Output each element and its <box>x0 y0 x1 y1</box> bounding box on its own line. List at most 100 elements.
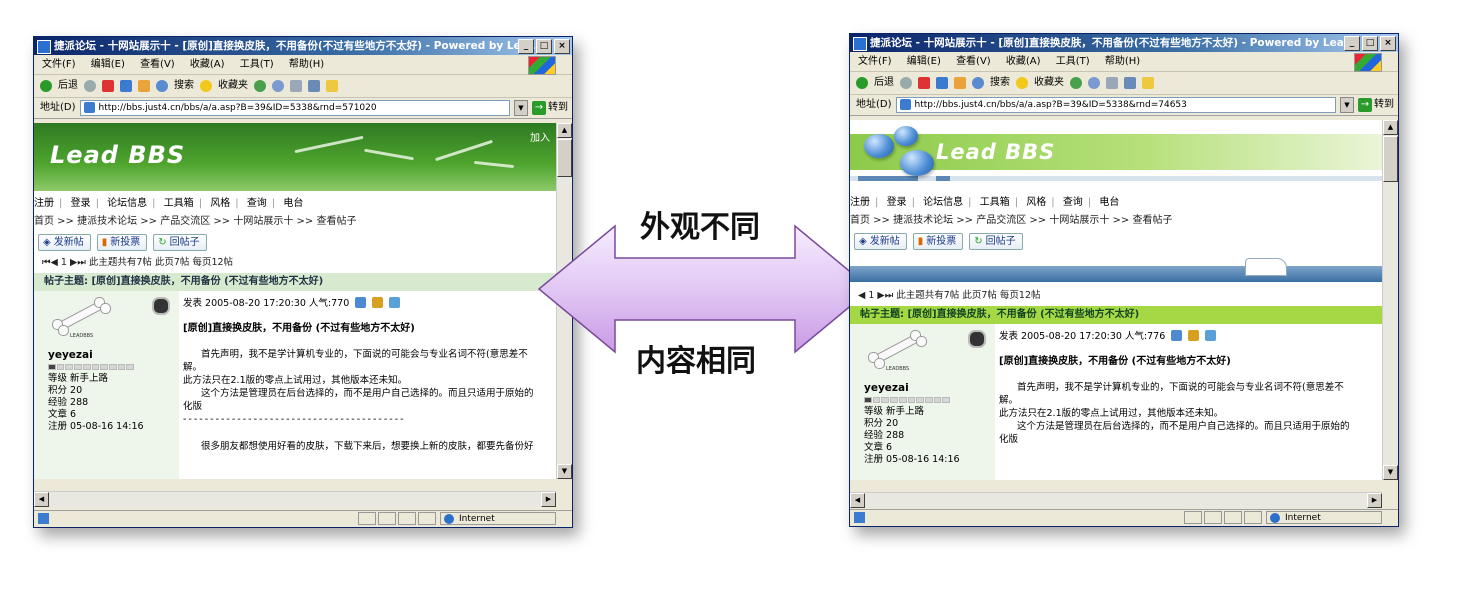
address-dropdown-icon[interactable]: ▼ <box>514 100 528 116</box>
go-button[interactable]: → 转到 <box>1358 95 1394 115</box>
scroll-down-icon[interactable]: ▼ <box>1383 465 1398 480</box>
folder-icon[interactable] <box>1142 77 1154 89</box>
favorites-star-icon[interactable] <box>200 80 212 92</box>
left-title-bar[interactable]: 捷派论坛 - 十网站展示十 - [原创]直接换皮肤，不用备份(不过有些地方不太好… <box>34 37 572 55</box>
home-link-icon[interactable] <box>389 297 401 308</box>
nav-style[interactable]: 风格 <box>1026 197 1046 208</box>
minimize-icon[interactable]: _ <box>1344 36 1360 51</box>
maximize-icon[interactable]: □ <box>536 39 552 54</box>
menu-view[interactable]: 查看(V) <box>956 56 991 67</box>
go-button[interactable]: → 转到 <box>532 98 568 118</box>
right-vertical-scrollbar[interactable]: ▲ ▼ <box>1382 120 1398 480</box>
menu-tools[interactable]: 工具(T) <box>240 59 274 70</box>
left-horizontal-scrollbar[interactable]: ◀ ▶ <box>34 491 556 507</box>
folder-icon[interactable] <box>326 80 338 92</box>
history-icon[interactable] <box>272 80 284 92</box>
maximize-icon[interactable]: □ <box>1362 36 1378 51</box>
stop-icon[interactable] <box>102 80 114 92</box>
qq-icon[interactable] <box>152 297 170 315</box>
nav-toolbox[interactable]: 工具箱 <box>164 198 194 209</box>
mail-icon[interactable] <box>1106 77 1118 89</box>
scroll-right-icon[interactable]: ▶ <box>541 492 556 507</box>
scroll-thumb[interactable] <box>557 139 572 177</box>
username[interactable]: yeyezai <box>864 382 909 394</box>
nav-register[interactable]: 注册 <box>850 197 870 208</box>
scroll-left-icon[interactable]: ◀ <box>850 493 865 508</box>
address-input[interactable]: http://bbs.just4.cn/bbs/a/a.asp?B=39&ID=… <box>895 97 1336 113</box>
nav-style[interactable]: 风格 <box>210 198 230 209</box>
edit-icon[interactable] <box>372 297 384 308</box>
minimize-icon[interactable]: _ <box>518 39 534 54</box>
breadcrumb[interactable]: 首页 >> 捷派技术论坛 >> 产品交流区 >> 十网站展示十 >> 查看帖子 <box>850 212 1382 230</box>
scroll-right-icon[interactable]: ▶ <box>1367 493 1382 508</box>
scroll-left-icon[interactable]: ◀ <box>34 492 49 507</box>
address-dropdown-icon[interactable]: ▼ <box>1340 97 1354 113</box>
stop-icon[interactable] <box>918 77 930 89</box>
search-icon[interactable] <box>972 77 984 89</box>
forward-icon[interactable] <box>900 77 912 89</box>
reply-button[interactable]: ↻ 回帖子 <box>969 232 1023 250</box>
menu-edit[interactable]: 编辑(E) <box>907 56 941 67</box>
new-post-button[interactable]: ◈ 发新帖 <box>38 233 91 251</box>
username[interactable]: yeyezai <box>48 349 93 361</box>
mail-icon[interactable] <box>290 80 302 92</box>
pager[interactable]: ⏮◀ 1 ▶⏭ 此主题共有7帖 此页7帖 每页12帖 <box>34 253 556 273</box>
history-icon[interactable] <box>1088 77 1100 89</box>
home-link-icon[interactable] <box>1205 330 1217 341</box>
print-icon[interactable] <box>308 80 320 92</box>
home-icon[interactable] <box>138 80 150 92</box>
favorites-button[interactable]: 收藏夹 <box>218 75 248 97</box>
qq-icon[interactable] <box>968 330 986 348</box>
close-icon[interactable]: × <box>554 39 570 54</box>
breadcrumb[interactable]: 首页 >> 捷派技术论坛 >> 产品交流区 >> 十网站展示十 >> 查看帖子 <box>34 213 556 231</box>
nav-toolbox[interactable]: 工具箱 <box>980 197 1010 208</box>
favorites-star-icon[interactable] <box>1016 77 1028 89</box>
favorites-button[interactable]: 收藏夹 <box>1034 72 1064 94</box>
search-button[interactable]: 搜索 <box>174 75 194 97</box>
menu-favorites[interactable]: 收藏(A) <box>1006 56 1041 67</box>
back-button[interactable]: 后退 <box>58 75 78 97</box>
home-icon[interactable] <box>954 77 966 89</box>
new-post-button[interactable]: ◈ 发新帖 <box>854 232 907 250</box>
nav-login[interactable]: 登录 <box>71 198 91 209</box>
media-icon[interactable] <box>1070 77 1082 89</box>
menu-help[interactable]: 帮助(H) <box>289 59 324 70</box>
menu-favorites[interactable]: 收藏(A) <box>190 59 225 70</box>
reply-button[interactable]: ↻ 回帖子 <box>153 233 207 251</box>
nav-query[interactable]: 查询 <box>247 198 267 209</box>
nav-forum-info[interactable]: 论坛信息 <box>107 198 147 209</box>
scroll-down-icon[interactable]: ▼ <box>557 464 572 479</box>
nav-radio[interactable]: 电台 <box>1099 197 1119 208</box>
scroll-up-icon[interactable]: ▲ <box>1383 120 1398 135</box>
scroll-thumb[interactable] <box>1383 136 1398 182</box>
address-input[interactable]: http://bbs.just4.cn/bbs/a/a.asp?B=39&ID=… <box>79 100 510 116</box>
join-link[interactable]: 加入 <box>530 129 550 144</box>
right-title-bar[interactable]: 捷派论坛 - 十网站展示十 - [原创]直接换皮肤，不用备份(不过有些地方不太好… <box>850 34 1398 52</box>
search-icon[interactable] <box>156 80 168 92</box>
search-button[interactable]: 搜索 <box>990 72 1010 94</box>
media-icon[interactable] <box>254 80 266 92</box>
nav-register[interactable]: 注册 <box>34 198 54 209</box>
menu-file[interactable]: 文件(F) <box>42 59 76 70</box>
menu-view[interactable]: 查看(V) <box>140 59 175 70</box>
nav-radio[interactable]: 电台 <box>283 198 303 209</box>
menu-tools[interactable]: 工具(T) <box>1056 56 1090 67</box>
print-icon[interactable] <box>1124 77 1136 89</box>
back-button[interactable]: 后退 <box>874 72 894 94</box>
menu-edit[interactable]: 编辑(E) <box>91 59 125 70</box>
new-vote-button[interactable]: ▮ 新投票 <box>96 233 148 251</box>
menu-file[interactable]: 文件(F) <box>858 56 892 67</box>
refresh-icon[interactable] <box>120 80 132 92</box>
edit-icon[interactable] <box>1188 330 1200 341</box>
menu-help[interactable]: 帮助(H) <box>1105 56 1140 67</box>
refresh-icon[interactable] <box>936 77 948 89</box>
close-icon[interactable]: × <box>1380 36 1396 51</box>
new-vote-button[interactable]: ▮ 新投票 <box>912 232 964 250</box>
nav-login[interactable]: 登录 <box>887 197 907 208</box>
quote-icon[interactable] <box>355 297 367 308</box>
nav-query[interactable]: 查询 <box>1063 197 1083 208</box>
right-horizontal-scrollbar[interactable]: ◀ ▶ <box>850 492 1382 508</box>
back-icon[interactable] <box>856 77 868 89</box>
quote-icon[interactable] <box>1171 330 1183 341</box>
nav-forum-info[interactable]: 论坛信息 <box>923 197 963 208</box>
